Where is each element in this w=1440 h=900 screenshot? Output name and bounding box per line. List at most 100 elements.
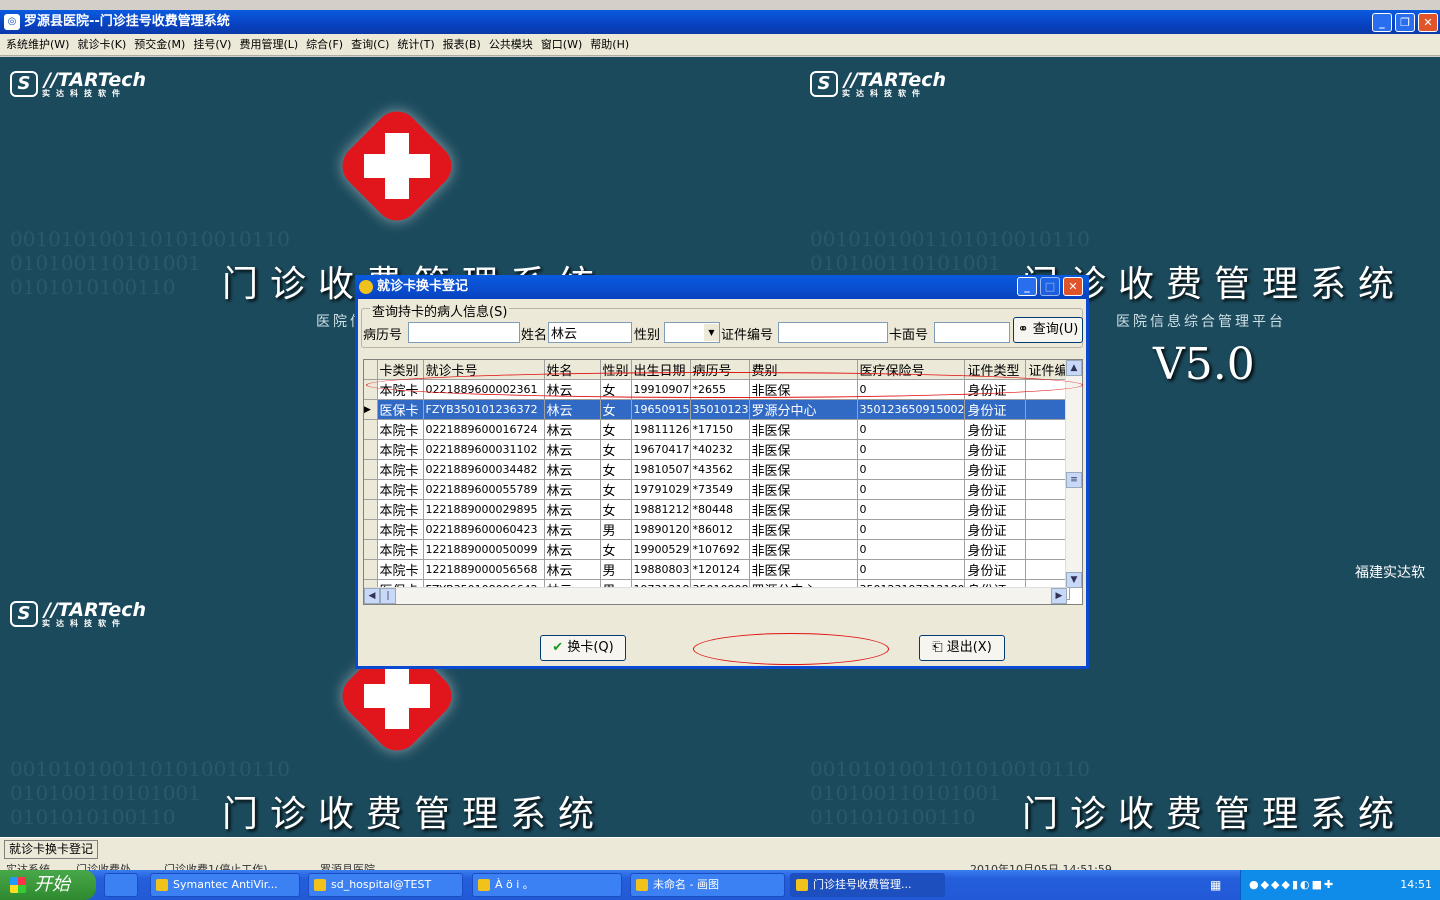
table-cell bbox=[1025, 479, 1071, 500]
row-indicator: ▶ bbox=[364, 399, 378, 420]
query-button-label: 查询(U) bbox=[1032, 322, 1079, 337]
start-button[interactable]: 开始 bbox=[0, 870, 96, 900]
vertical-scrollbar[interactable]: ▲ ≡ ▼ bbox=[1065, 360, 1082, 588]
table-cell: 本院卡 bbox=[377, 539, 424, 560]
menu-item[interactable]: 就诊卡(K) bbox=[75, 34, 132, 55]
table-cell: 身份证 bbox=[964, 419, 1027, 440]
scroll-thumb[interactable]: ≡ bbox=[1066, 472, 1082, 488]
chevron-down-icon[interactable]: ▼ bbox=[704, 324, 719, 341]
annotation-ellipse-row bbox=[366, 372, 1083, 398]
table-cell: 女 bbox=[600, 399, 632, 420]
table-cell: 女 bbox=[600, 499, 632, 520]
table-row[interactable]: 本院卡 1221889000056568 林云男 19880803 *120124 非医保… bbox=[364, 559, 1071, 580]
table-row[interactable]: 本院卡 0221889600031102 林云女 19670417 *40232 非医保 0… bbox=[364, 439, 1071, 460]
table-cell: 身份证 bbox=[964, 519, 1027, 540]
table-row[interactable]: 本院卡 0221889600016724 林云女 19811126 *17150 非医保 0… bbox=[364, 419, 1071, 440]
taskbar-item[interactable]: 未命名 - 画图 bbox=[630, 873, 785, 897]
taskbar-item[interactable]: Symantec AntiVir... bbox=[150, 873, 300, 897]
gender-select[interactable]: ▼ bbox=[664, 322, 720, 343]
change-card-label: 换卡(Q) bbox=[567, 640, 614, 655]
table-cell: 女 bbox=[600, 419, 632, 440]
column-header[interactable]: 卡类别 bbox=[377, 360, 424, 380]
dialog-maximize-button[interactable]: □ bbox=[1040, 277, 1060, 296]
table-cell: FZYB350101236372 bbox=[423, 399, 545, 420]
table-cell: 本院卡 bbox=[377, 419, 424, 440]
tray-icons[interactable]: ●◆◆◆▮◐■✚ bbox=[1241, 878, 1335, 891]
dialog-close-button[interactable]: ✕ bbox=[1063, 277, 1083, 296]
menu-item[interactable]: 综合(F) bbox=[304, 34, 349, 55]
minimize-button[interactable]: _ bbox=[1372, 13, 1392, 32]
table-row[interactable]: 本院卡 0221889600060423 林云男 19890120 *86012 非医保 0… bbox=[364, 519, 1071, 540]
app-title: 罗源县医院--门诊挂号收费管理系统 bbox=[24, 14, 230, 29]
version-label: V5.0 bbox=[1153, 339, 1255, 390]
scroll-right-icon[interactable]: ▶ bbox=[1051, 588, 1067, 604]
table-row[interactable]: 本院卡 1221889000029895 林云女 19881212 *80448 非医保 0… bbox=[364, 499, 1071, 520]
table-cell: *40232 bbox=[690, 439, 750, 460]
column-header[interactable]: 证件编 bbox=[1025, 360, 1071, 380]
table-cell bbox=[1025, 499, 1071, 520]
window-tab[interactable]: 就诊卡换卡登记 bbox=[4, 840, 99, 859]
system-title: 门诊收费管理系统 bbox=[222, 794, 607, 835]
app-icon bbox=[314, 879, 326, 891]
table-cell: 19791029 bbox=[631, 479, 691, 500]
row-indicator bbox=[364, 479, 378, 500]
menu-item[interactable]: 窗口(W) bbox=[539, 34, 588, 55]
change-card-button[interactable]: ✔ 换卡(Q) bbox=[540, 635, 626, 661]
table-cell: 身份证 bbox=[964, 479, 1027, 500]
table-cell: 身份证 bbox=[964, 399, 1027, 420]
table-cell: 女 bbox=[600, 479, 632, 500]
table-cell: 林云 bbox=[544, 479, 601, 500]
menu-item[interactable]: 报表(B) bbox=[441, 34, 487, 55]
binoculars-icon: ⚭ bbox=[1017, 322, 1029, 337]
table-row[interactable]: 本院卡 1221889000050099 林云女 19900529 *107692 非医保… bbox=[364, 539, 1071, 560]
scroll-left-icon[interactable]: ◀ bbox=[364, 588, 380, 604]
menu-item[interactable]: 挂号(V) bbox=[191, 34, 237, 55]
table-cell: 35010123 bbox=[690, 399, 750, 420]
table-cell: 非医保 bbox=[749, 439, 858, 460]
keyboard-icon[interactable]: ▦ bbox=[1210, 878, 1221, 892]
taskbar-item[interactable]: 门诊挂号收费管理... bbox=[790, 873, 945, 897]
quicklaunch-button[interactable] bbox=[104, 873, 138, 897]
menu-item[interactable]: 统计(T) bbox=[395, 34, 440, 55]
dialog-minimize-button[interactable]: _ bbox=[1017, 277, 1037, 296]
id-no-input[interactable] bbox=[778, 322, 888, 343]
scroll-down-icon[interactable]: ▼ bbox=[1066, 572, 1082, 588]
table-cell: 身份证 bbox=[964, 499, 1027, 520]
table-cell: 19881212 bbox=[631, 499, 691, 520]
scroll-up-icon[interactable]: ▲ bbox=[1066, 360, 1082, 376]
table-cell: 本院卡 bbox=[377, 439, 424, 460]
name-label: 姓名 bbox=[521, 328, 548, 343]
menu-item[interactable]: 费用管理(L) bbox=[237, 34, 304, 55]
startech-logo: S//TARTech实达科技软件 bbox=[10, 599, 146, 629]
record-no-input[interactable] bbox=[408, 322, 520, 343]
menu-item[interactable]: 系统维护(W) bbox=[4, 34, 75, 55]
horizontal-scrollbar[interactable]: ◀ | ▶ bbox=[364, 587, 1067, 604]
query-button[interactable]: ⚭ 查询(U) bbox=[1013, 317, 1083, 343]
card-face-input[interactable] bbox=[934, 322, 1010, 343]
app-title-bar: ◎ 罗源县医院--门诊挂号收费管理系统 _ ❐ ✕ bbox=[0, 10, 1440, 34]
table-row[interactable]: 本院卡 0221889600034482 林云女 19810507 *43562 非医保 0… bbox=[364, 459, 1071, 480]
exit-button[interactable]: ⎗ 退出(X) bbox=[919, 635, 1005, 661]
restore-button[interactable]: ❐ bbox=[1395, 13, 1415, 32]
table-cell: 0 bbox=[857, 519, 966, 540]
table-cell: 本院卡 bbox=[377, 499, 424, 520]
taskbar-item[interactable]: À ö i 。 bbox=[472, 873, 622, 897]
menu-item[interactable]: 帮助(H) bbox=[588, 34, 635, 55]
hscroll-thumb[interactable]: | bbox=[380, 588, 396, 604]
menu-item[interactable]: 查询(C) bbox=[349, 34, 395, 55]
name-input[interactable] bbox=[548, 322, 632, 343]
menu-item[interactable]: 预交金(M) bbox=[132, 34, 191, 55]
table-cell: 非医保 bbox=[749, 519, 858, 540]
table-cell: 19650915 bbox=[631, 399, 691, 420]
table-cell: 林云 bbox=[544, 499, 601, 520]
menu-item[interactable]: 公共模块 bbox=[487, 34, 539, 55]
table-cell bbox=[1025, 399, 1071, 420]
table-cell: 非医保 bbox=[749, 459, 858, 480]
table-cell: *43562 bbox=[690, 459, 750, 480]
table-row[interactable]: ▶ 医保卡 FZYB350101236372 林云女 19650915 35010123 罗… bbox=[364, 399, 1071, 420]
taskbar-item[interactable]: sd_hospital@TEST bbox=[308, 873, 463, 897]
close-button[interactable]: ✕ bbox=[1418, 13, 1438, 32]
table-cell: 罗源分中心 bbox=[749, 399, 858, 420]
start-label: 开始 bbox=[34, 874, 70, 895]
table-row[interactable]: 本院卡 0221889600055789 林云女 19791029 *73549 非医保 0… bbox=[364, 479, 1071, 500]
